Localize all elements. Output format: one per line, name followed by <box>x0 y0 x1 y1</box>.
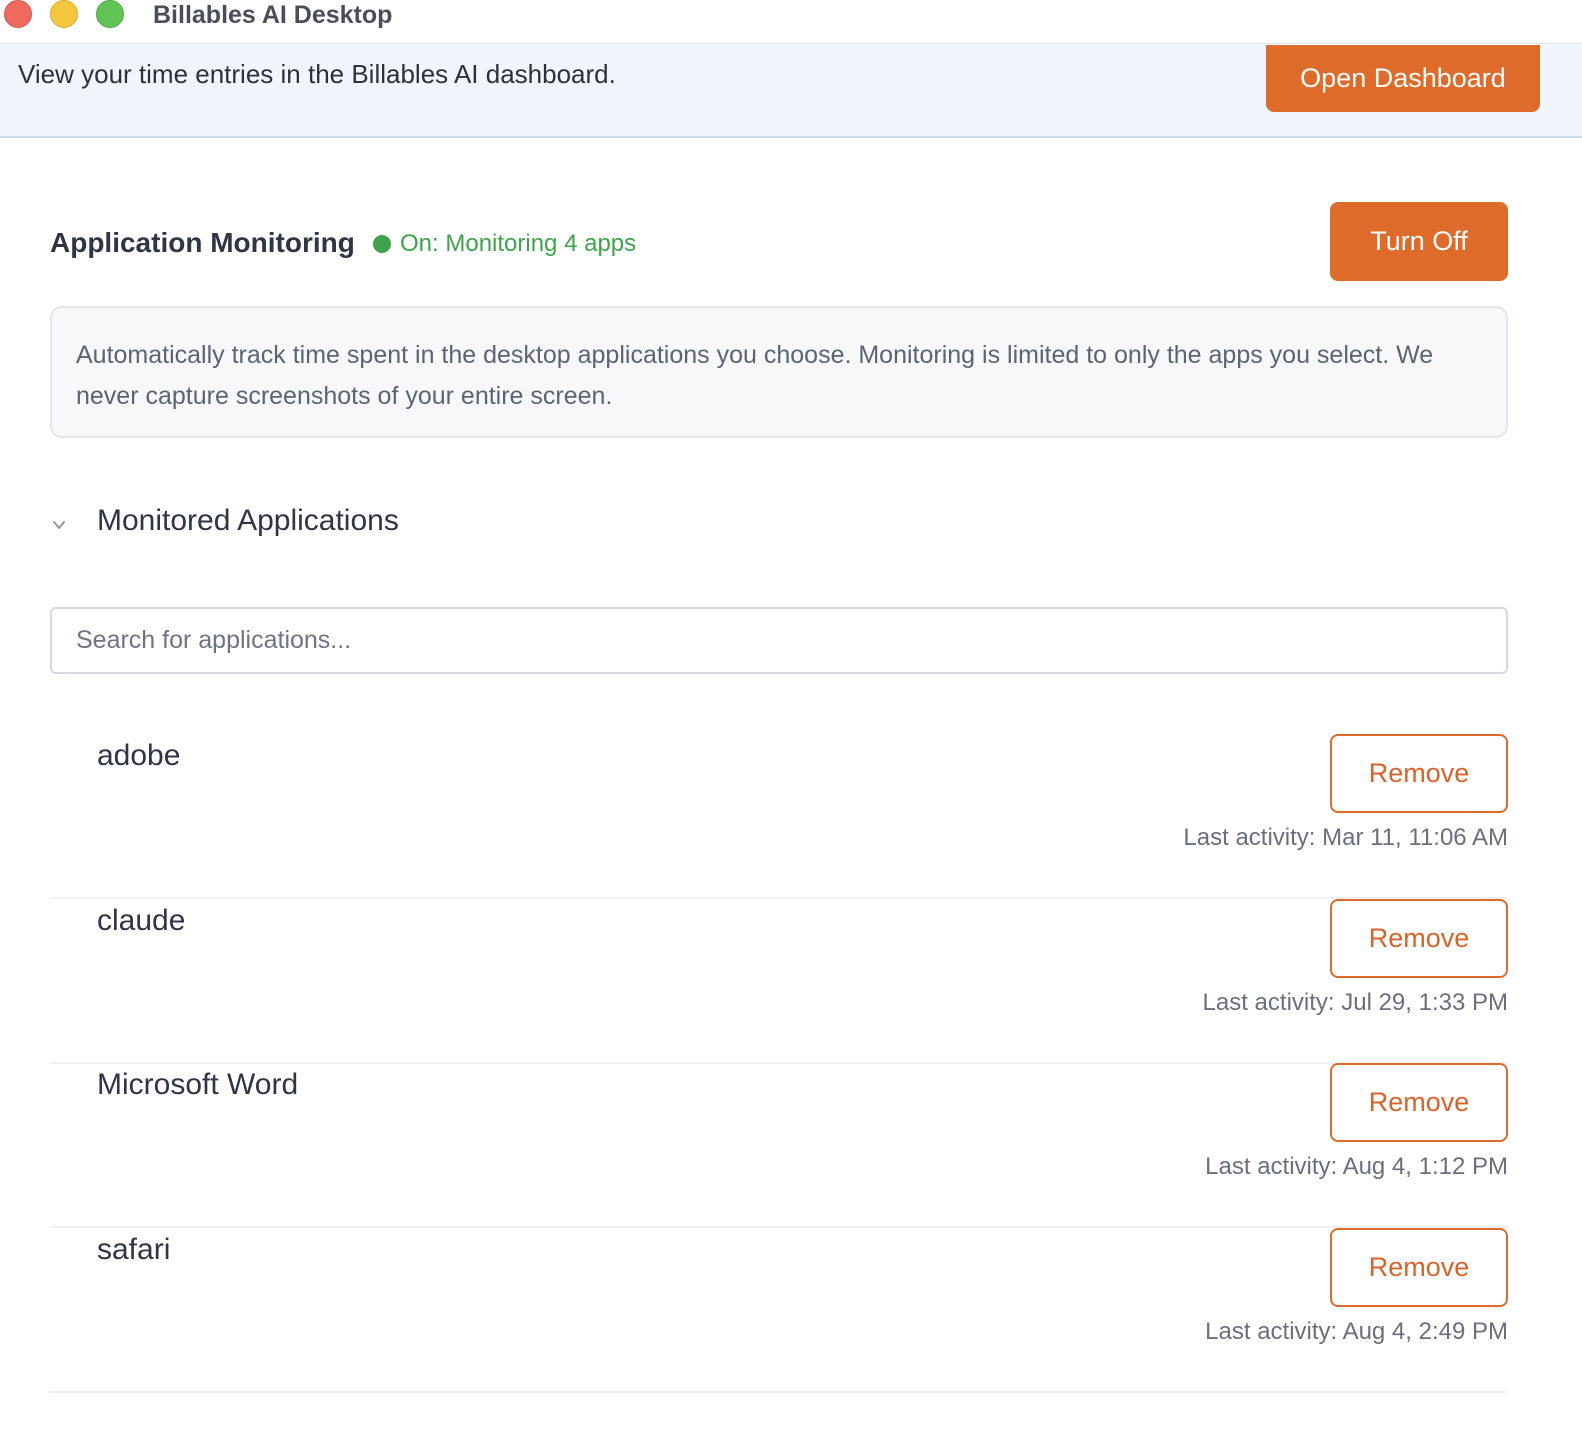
app-name: Microsoft Word <box>97 1068 299 1101</box>
list-item: adobe Remove Last activity: Mar 11, 11:0… <box>50 734 1508 899</box>
app-name: safari <box>97 1233 171 1266</box>
status-dot-icon <box>373 235 391 253</box>
title-bar: Billables AI Desktop <box>0 0 1582 44</box>
chevron-down-icon[interactable] <box>50 516 68 534</box>
minimize-window-button[interactable] <box>50 0 78 28</box>
status-text: On: Monitoring 4 apps <box>400 230 637 257</box>
open-dashboard-button[interactable]: Open Dashboard <box>1266 45 1540 112</box>
list-item: safari Remove Last activity: Aug 4, 2:49… <box>50 1228 1508 1393</box>
monitoring-status: On: Monitoring 4 apps <box>373 229 636 259</box>
list-item: Microsoft Word Remove Last activity: Aug… <box>50 1063 1508 1228</box>
banner-text: View your time entries in the Billables … <box>18 59 616 89</box>
app-name: claude <box>97 904 186 937</box>
last-activity-text: Last activity: Aug 4, 2:49 PM <box>1205 1318 1508 1345</box>
remove-button[interactable]: Remove <box>1330 734 1508 813</box>
monitored-apps-toggle[interactable]: Monitored Applications <box>97 503 399 539</box>
dashboard-banner: View your time entries in the Billables … <box>0 45 1582 138</box>
zoom-window-button[interactable] <box>96 0 124 28</box>
last-activity-text: Last activity: Jul 29, 1:33 PM <box>1202 989 1508 1016</box>
close-window-button[interactable] <box>4 0 32 28</box>
remove-button[interactable]: Remove <box>1330 1228 1508 1307</box>
section-title: Application Monitoring <box>50 227 355 258</box>
last-activity-text: Last activity: Mar 11, 11:06 AM <box>1183 824 1508 851</box>
remove-button[interactable]: Remove <box>1330 1063 1508 1142</box>
last-activity-text: Last activity: Aug 4, 1:12 PM <box>1205 1153 1508 1180</box>
search-input[interactable] <box>50 607 1508 674</box>
remove-button[interactable]: Remove <box>1330 899 1508 978</box>
turn-off-button[interactable]: Turn Off <box>1330 202 1508 281</box>
window-title: Billables AI Desktop <box>153 1 393 29</box>
monitoring-description: Automatically track time spent in the de… <box>50 306 1508 438</box>
list-item: claude Remove Last activity: Jul 29, 1:3… <box>50 899 1508 1064</box>
app-name: adobe <box>97 739 181 772</box>
